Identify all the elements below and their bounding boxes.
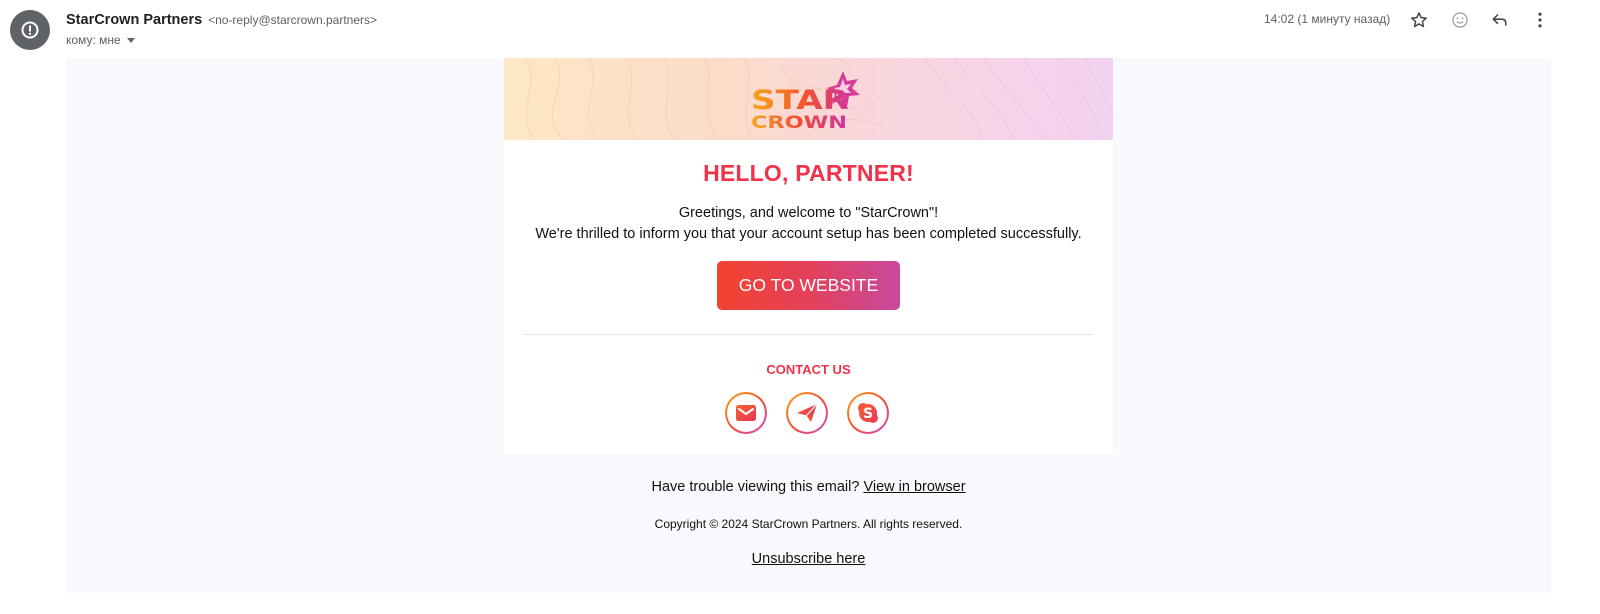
telegram-icon [797, 403, 818, 422]
emoji-icon [1452, 12, 1468, 28]
emoji-reaction-button[interactable] [1448, 8, 1472, 32]
header-banner: STAR CROWN [504, 58, 1113, 140]
view-in-browser-line: Have trouble viewing this email? View in… [66, 479, 1551, 495]
telegram-contact-button[interactable] [786, 392, 828, 434]
svg-text:S: S [863, 406, 873, 422]
email-card: STAR CROWN HELLO, PARTNER! Greetings, an… [504, 58, 1113, 454]
email-body: STAR CROWN HELLO, PARTNER! Greetings, an… [66, 58, 1551, 593]
mail-icon [736, 405, 756, 421]
greeting-title: HELLO, PARTNER! [703, 160, 914, 186]
view-in-browser-link[interactable]: View in browser [863, 479, 965, 495]
copyright-text: Copyright © 2024 StarCrown Partners. All… [654, 517, 963, 531]
trouble-text: Have trouble viewing this email? [651, 479, 860, 495]
star-button[interactable] [1407, 8, 1431, 32]
sender-line: StarCrown Partners <no-reply@starcrown.p… [66, 11, 377, 28]
sender-avatar[interactable] [10, 10, 50, 50]
unsubscribe-line: Unsubscribe here [66, 551, 1551, 567]
recipient-line[interactable]: кому: мне [66, 33, 135, 47]
social-links: S [501, 392, 1113, 434]
more-vertical-icon [1538, 12, 1542, 28]
reply-icon [1492, 14, 1507, 26]
chevron-down-icon[interactable] [126, 37, 135, 43]
email-contact-button[interactable] [725, 392, 767, 434]
divider [523, 334, 1094, 335]
starcrown-logo: STAR CROWN [751, 71, 860, 131]
sender-email: <no-reply@starcrown.partners> [208, 13, 377, 27]
star-icon [1411, 12, 1427, 28]
timestamp: 14:02 (1 минуту назад) [1264, 12, 1391, 26]
body-line-welcome: Greetings, and welcome to "StarCrown"! [678, 205, 939, 221]
reply-button[interactable] [1488, 8, 1512, 32]
contact-us-title: CONTACT US [766, 362, 851, 377]
recipient-label: кому: мне [66, 33, 121, 47]
body-line-account: We're thrilled to inform you that your a… [535, 226, 1082, 242]
logo-line2: CROWN [751, 113, 847, 131]
warning-circle-icon [21, 21, 39, 39]
unsubscribe-link[interactable]: Unsubscribe here [752, 551, 866, 567]
skype-contact-button[interactable]: S [847, 392, 889, 434]
go-to-website-button[interactable]: GO TO WEBSITE [717, 261, 900, 310]
skype-icon: S [858, 403, 878, 423]
sender-name[interactable]: StarCrown Partners [66, 12, 202, 28]
logo-line1: STAR [751, 85, 849, 116]
more-options-button[interactable] [1528, 8, 1552, 32]
